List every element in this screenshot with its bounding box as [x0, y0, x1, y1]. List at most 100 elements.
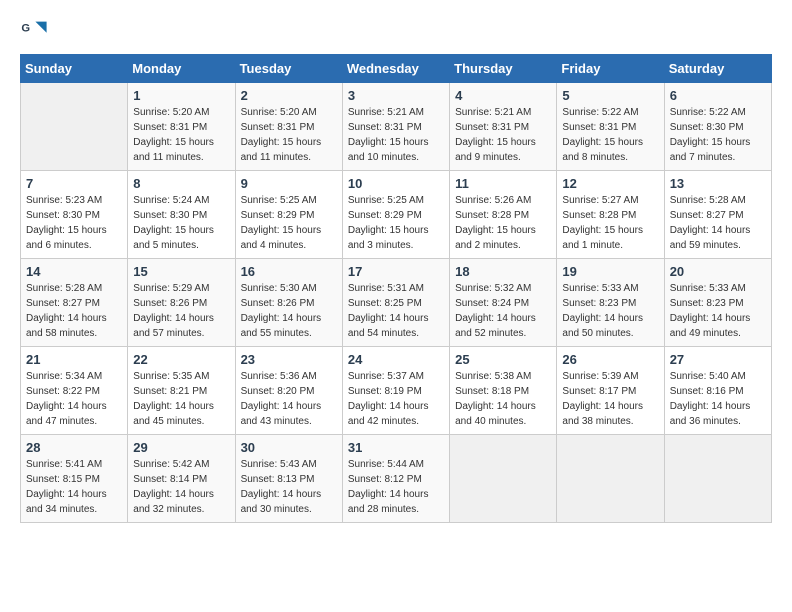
day-number: 25 [455, 352, 551, 367]
day-cell-w2-d2: 8 Sunrise: 5:24 AMSunset: 8:30 PMDaylight… [128, 171, 235, 259]
day-number: 30 [241, 440, 337, 455]
day-info: Sunrise: 5:25 AMSunset: 8:29 PMDaylight:… [241, 193, 337, 253]
day-number: 9 [241, 176, 337, 191]
day-number: 28 [26, 440, 122, 455]
day-info: Sunrise: 5:27 AMSunset: 8:28 PMDaylight:… [562, 193, 658, 253]
day-info: Sunrise: 5:38 AMSunset: 8:18 PMDaylight:… [455, 369, 551, 429]
day-cell-w4-d3: 23 Sunrise: 5:36 AMSunset: 8:20 PMDayligh… [235, 347, 342, 435]
header-sunday: Sunday [21, 55, 128, 83]
day-cell-w1-d2: 1 Sunrise: 5:20 AMSunset: 8:31 PMDaylight… [128, 83, 235, 171]
header-saturday: Saturday [664, 55, 771, 83]
day-number: 22 [133, 352, 229, 367]
day-number: 3 [348, 88, 444, 103]
day-info: Sunrise: 5:22 AMSunset: 8:30 PMDaylight:… [670, 105, 766, 165]
day-number: 5 [562, 88, 658, 103]
day-cell-w1-d6: 5 Sunrise: 5:22 AMSunset: 8:31 PMDaylight… [557, 83, 664, 171]
day-cell-w2-d1: 7Sunrise: 5:23 AMSunset: 8:30 PMDaylight… [21, 171, 128, 259]
day-number: 17 [348, 264, 444, 279]
day-info: Sunrise: 5:33 AMSunset: 8:23 PMDaylight:… [670, 281, 766, 341]
day-number: 27 [670, 352, 766, 367]
day-info: Sunrise: 5:36 AMSunset: 8:20 PMDaylight:… [241, 369, 337, 429]
day-info: Sunrise: 5:29 AMSunset: 8:26 PMDaylight:… [133, 281, 229, 341]
week-row-2: 7Sunrise: 5:23 AMSunset: 8:30 PMDaylight… [21, 171, 772, 259]
day-info: Sunrise: 5:21 AMSunset: 8:31 PMDaylight:… [455, 105, 551, 165]
day-info: Sunrise: 5:37 AMSunset: 8:19 PMDaylight:… [348, 369, 444, 429]
day-info: Sunrise: 5:24 AMSunset: 8:30 PMDaylight:… [133, 193, 229, 253]
day-number: 31 [348, 440, 444, 455]
day-number: 23 [241, 352, 337, 367]
day-info: Sunrise: 5:35 AMSunset: 8:21 PMDaylight:… [133, 369, 229, 429]
day-info: Sunrise: 5:40 AMSunset: 8:16 PMDaylight:… [670, 369, 766, 429]
day-cell-w2-d7: 13 Sunrise: 5:28 AMSunset: 8:27 PMDayligh… [664, 171, 771, 259]
header-wednesday: Wednesday [342, 55, 449, 83]
day-cell-w1-d3: 2Sunrise: 5:20 AMSunset: 8:31 PMDaylight… [235, 83, 342, 171]
day-info: Sunrise: 5:28 AMSunset: 8:27 PMDaylight:… [26, 281, 122, 341]
day-cell-w1-d1 [21, 83, 128, 171]
day-cell-w5-d4: 31 Sunrise: 5:44 AMSunset: 8:12 PMDayligh… [342, 435, 449, 523]
day-info: Sunrise: 5:20 AMSunset: 8:31 PMDaylight:… [133, 105, 229, 165]
day-cell-w2-d4: 10 Sunrise: 5:25 AMSunset: 8:29 PMDayligh… [342, 171, 449, 259]
day-cell-w5-d2: 29 Sunrise: 5:42 AMSunset: 8:14 PMDayligh… [128, 435, 235, 523]
day-cell-w5-d7 [664, 435, 771, 523]
week-row-4: 21 Sunrise: 5:34 AMSunset: 8:22 PMDayligh… [21, 347, 772, 435]
day-cell-w4-d1: 21 Sunrise: 5:34 AMSunset: 8:22 PMDayligh… [21, 347, 128, 435]
day-cell-w4-d6: 26 Sunrise: 5:39 AMSunset: 8:17 PMDayligh… [557, 347, 664, 435]
week-row-1: 1 Sunrise: 5:20 AMSunset: 8:31 PMDaylight… [21, 83, 772, 171]
day-number: 10 [348, 176, 444, 191]
day-cell-w5-d3: 30 Sunrise: 5:43 AMSunset: 8:13 PMDayligh… [235, 435, 342, 523]
day-cell-w5-d5 [450, 435, 557, 523]
day-number: 24 [348, 352, 444, 367]
day-info: Sunrise: 5:43 AMSunset: 8:13 PMDaylight:… [241, 457, 337, 517]
day-info: Sunrise: 5:42 AMSunset: 8:14 PMDaylight:… [133, 457, 229, 517]
day-info: Sunrise: 5:32 AMSunset: 8:24 PMDaylight:… [455, 281, 551, 341]
day-info: Sunrise: 5:25 AMSunset: 8:29 PMDaylight:… [348, 193, 444, 253]
day-cell-w3-d7: 20 Sunrise: 5:33 AMSunset: 8:23 PMDayligh… [664, 259, 771, 347]
day-cell-w2-d3: 9 Sunrise: 5:25 AMSunset: 8:29 PMDaylight… [235, 171, 342, 259]
calendar-header-row: SundayMondayTuesdayWednesdayThursdayFrid… [21, 55, 772, 83]
day-info: Sunrise: 5:21 AMSunset: 8:31 PMDaylight:… [348, 105, 444, 165]
day-info: Sunrise: 5:26 AMSunset: 8:28 PMDaylight:… [455, 193, 551, 253]
day-number: 19 [562, 264, 658, 279]
day-number: 18 [455, 264, 551, 279]
day-info: Sunrise: 5:31 AMSunset: 8:25 PMDaylight:… [348, 281, 444, 341]
day-info: Sunrise: 5:34 AMSunset: 8:22 PMDaylight:… [26, 369, 122, 429]
day-cell-w4-d7: 27 Sunrise: 5:40 AMSunset: 8:16 PMDayligh… [664, 347, 771, 435]
day-number: 20 [670, 264, 766, 279]
day-number: 4 [455, 88, 551, 103]
day-number: 2 [241, 88, 337, 103]
page-header: G [20, 16, 772, 44]
day-info: Sunrise: 5:28 AMSunset: 8:27 PMDaylight:… [670, 193, 766, 253]
day-info: Sunrise: 5:33 AMSunset: 8:23 PMDaylight:… [562, 281, 658, 341]
day-number: 29 [133, 440, 229, 455]
day-cell-w3-d2: 15 Sunrise: 5:29 AMSunset: 8:26 PMDayligh… [128, 259, 235, 347]
logo: G [20, 16, 52, 44]
day-info: Sunrise: 5:22 AMSunset: 8:31 PMDaylight:… [562, 105, 658, 165]
day-cell-w2-d5: 11Sunrise: 5:26 AMSunset: 8:28 PMDayligh… [450, 171, 557, 259]
day-info: Sunrise: 5:41 AMSunset: 8:15 PMDaylight:… [26, 457, 122, 517]
header-tuesday: Tuesday [235, 55, 342, 83]
header-thursday: Thursday [450, 55, 557, 83]
day-number: 8 [133, 176, 229, 191]
day-cell-w5-d1: 28 Sunrise: 5:41 AMSunset: 8:15 PMDayligh… [21, 435, 128, 523]
header-monday: Monday [128, 55, 235, 83]
logo-icon: G [20, 16, 48, 44]
day-info: Sunrise: 5:30 AMSunset: 8:26 PMDaylight:… [241, 281, 337, 341]
day-number: 13 [670, 176, 766, 191]
day-number: 15 [133, 264, 229, 279]
day-info: Sunrise: 5:39 AMSunset: 8:17 PMDaylight:… [562, 369, 658, 429]
day-cell-w3-d1: 14 Sunrise: 5:28 AMSunset: 8:27 PMDayligh… [21, 259, 128, 347]
day-number: 1 [133, 88, 229, 103]
day-number: 6 [670, 88, 766, 103]
day-number: 14 [26, 264, 122, 279]
week-row-3: 14 Sunrise: 5:28 AMSunset: 8:27 PMDayligh… [21, 259, 772, 347]
day-number: 26 [562, 352, 658, 367]
day-cell-w1-d5: 4 Sunrise: 5:21 AMSunset: 8:31 PMDaylight… [450, 83, 557, 171]
day-cell-w5-d6 [557, 435, 664, 523]
day-cell-w3-d4: 17 Sunrise: 5:31 AMSunset: 8:25 PMDayligh… [342, 259, 449, 347]
day-info: Sunrise: 5:44 AMSunset: 8:12 PMDaylight:… [348, 457, 444, 517]
day-info: Sunrise: 5:23 AMSunset: 8:30 PMDaylight:… [26, 193, 122, 253]
header-friday: Friday [557, 55, 664, 83]
week-row-5: 28 Sunrise: 5:41 AMSunset: 8:15 PMDayligh… [21, 435, 772, 523]
calendar-table: SundayMondayTuesdayWednesdayThursdayFrid… [20, 54, 772, 523]
day-number: 21 [26, 352, 122, 367]
